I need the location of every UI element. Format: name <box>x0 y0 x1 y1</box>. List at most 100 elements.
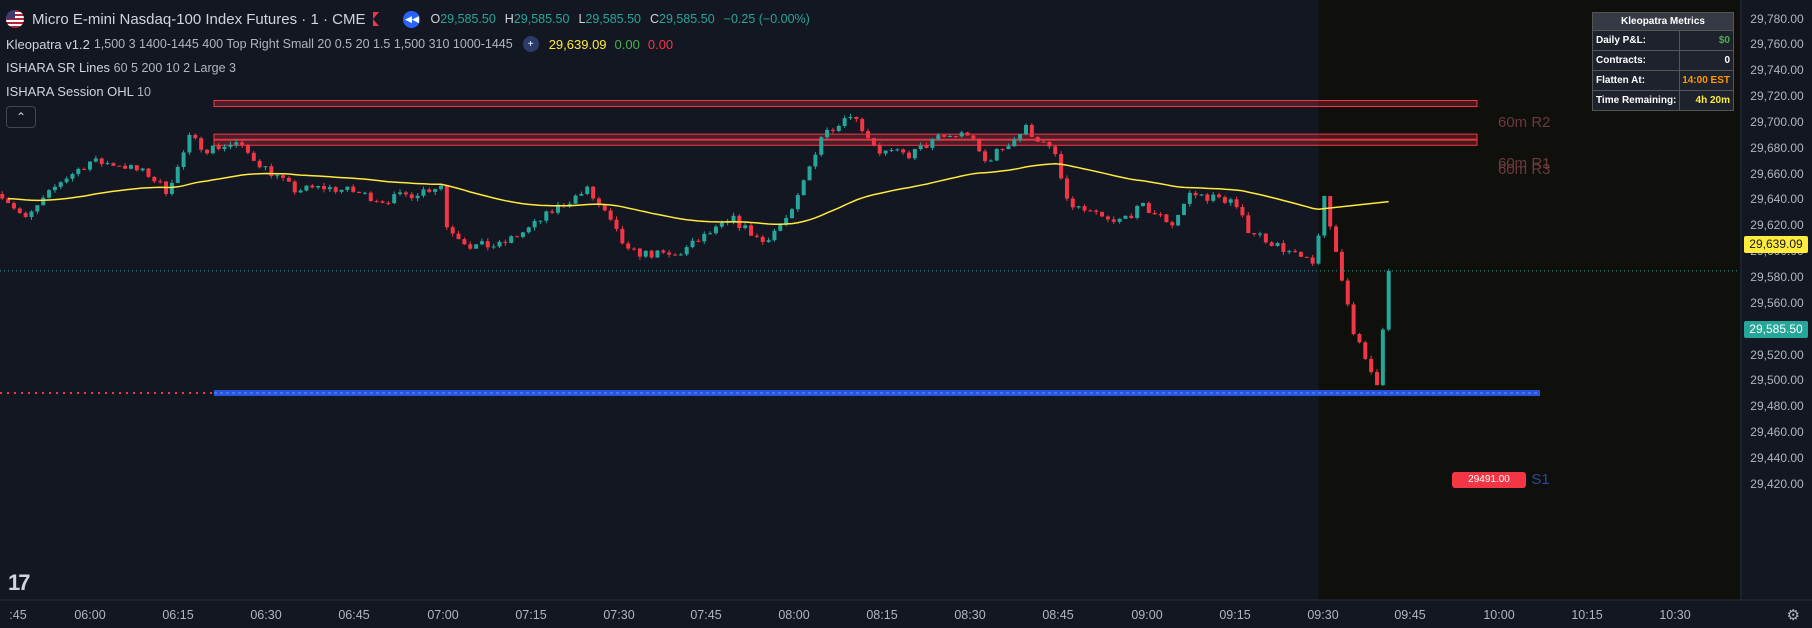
candle-body <box>901 149 906 153</box>
candle-body <box>743 225 748 229</box>
x-tick-label: 10:00 <box>1483 608 1515 622</box>
replay-icon[interactable]: ◀◀ <box>403 10 421 28</box>
candle-body <box>1258 233 1262 235</box>
ohlc-high: H29,585.50 <box>504 12 570 26</box>
x-tick-label: 09:30 <box>1307 608 1339 622</box>
indicator-kleopatra[interactable]: Kleopatra v1.2 1,500 3 1400-1445 400 Top… <box>6 36 673 52</box>
candle-body <box>907 152 911 159</box>
candle-body <box>1076 206 1081 208</box>
candle-body <box>1222 197 1227 203</box>
candle-body <box>1205 194 1210 201</box>
candle-body <box>1088 210 1093 212</box>
candle-body <box>23 212 28 217</box>
last-price-tag: 29,585.50 <box>1744 321 1808 338</box>
candle-body <box>1187 192 1192 204</box>
settings-icon[interactable]: ⚙ <box>1787 606 1800 624</box>
candle-body <box>269 166 274 177</box>
candle-body <box>1334 226 1339 252</box>
candle-body <box>462 239 467 245</box>
candle-body <box>702 233 707 242</box>
y-tick-label: 29,520.00 <box>1750 347 1804 362</box>
candle-body <box>0 193 5 199</box>
candle-body <box>1298 251 1303 257</box>
x-tick-label: 06:00 <box>74 608 106 622</box>
candle-body <box>1369 358 1374 373</box>
candle-body <box>450 227 455 234</box>
candle-body <box>1000 148 1005 150</box>
x-tick-label: 08:00 <box>778 608 810 622</box>
candle-body <box>1164 214 1169 223</box>
candle-body <box>1135 205 1140 218</box>
candle-body <box>1111 219 1116 222</box>
candle-body <box>825 129 830 138</box>
candle-body <box>1281 243 1286 252</box>
candle-body <box>88 161 92 170</box>
candle-body <box>1123 215 1128 219</box>
candle-body <box>1041 141 1046 143</box>
tradingview-logo[interactable]: 17 <box>8 570 31 596</box>
candle-body <box>1316 235 1321 264</box>
indicator-sr-lines[interactable]: ISHARA SR Lines 60 5 200 10 2 Large 3 <box>6 60 236 75</box>
candle-body <box>801 180 806 196</box>
candle-body <box>1228 199 1233 203</box>
candle-body <box>895 149 900 151</box>
indicator-session-ohl[interactable]: ISHARA Session OHL 10 <box>6 84 151 99</box>
candle-body <box>1211 194 1216 201</box>
symbol-legend: Micro E-mini Nasdaq-100 Index Futures · … <box>6 10 810 28</box>
flag-icon[interactable] <box>373 12 380 26</box>
indicator-name[interactable]: ISHARA SR Lines <box>6 60 110 75</box>
candle-body <box>1100 211 1105 217</box>
candle-body <box>713 226 718 234</box>
candle-body <box>1287 251 1292 253</box>
price-chart[interactable] <box>0 0 1812 628</box>
y-tick-label: 29,620.00 <box>1750 218 1804 233</box>
candle-body <box>1047 142 1052 147</box>
candle-body <box>1059 154 1064 179</box>
candle-body <box>281 175 286 178</box>
y-tick-label: 29,460.00 <box>1750 425 1804 440</box>
candle-body <box>1129 215 1134 218</box>
x-tick-label: 07:30 <box>603 608 635 622</box>
candle-body <box>146 168 151 177</box>
x-tick-label: 08:15 <box>866 608 898 622</box>
candle-body <box>1386 270 1391 330</box>
candle-body <box>830 129 835 132</box>
candle-body <box>292 181 297 193</box>
y-tick-label: 29,680.00 <box>1750 140 1804 155</box>
candle-body <box>731 215 736 222</box>
candle-body <box>339 189 344 192</box>
indicator-name[interactable]: ISHARA Session OHL <box>6 84 133 99</box>
indicator-value-ma: 29,639.09 <box>548 36 607 52</box>
candle-body <box>310 185 315 188</box>
candle-body <box>515 236 520 238</box>
candle-body <box>333 187 338 192</box>
indicator-name[interactable]: Kleopatra v1.2 <box>6 37 90 52</box>
candle-body <box>766 240 771 242</box>
candle-body <box>35 205 40 212</box>
candle-body <box>591 186 596 199</box>
candle-body <box>1193 192 1198 196</box>
candle-body <box>977 138 982 152</box>
candle-body <box>854 116 859 120</box>
candle-body <box>1158 214 1163 216</box>
candle-body <box>263 166 268 168</box>
collapse-legend-button[interactable]: ⌃ <box>6 106 36 128</box>
sparkle-icon[interactable]: + <box>522 36 539 52</box>
candle-body <box>1380 329 1385 386</box>
y-tick-label: 29,640.00 <box>1750 192 1804 207</box>
candle-body <box>509 236 514 243</box>
candle-body <box>1105 216 1110 220</box>
symbol-title[interactable]: Micro E-mini Nasdaq-100 Index Futures · … <box>32 11 365 28</box>
candle-body <box>152 176 157 182</box>
candle-body <box>421 189 426 196</box>
candle-body <box>140 168 145 171</box>
candle-body <box>1339 251 1344 281</box>
x-tick-label: 08:30 <box>954 608 986 622</box>
y-tick-label: 29,740.00 <box>1750 63 1804 78</box>
x-tick-label: 07:00 <box>427 608 459 622</box>
candle-body <box>661 250 666 253</box>
candle-body <box>105 163 110 165</box>
candle-body <box>210 145 215 154</box>
candle-body <box>479 241 484 245</box>
candle-body <box>1024 124 1028 135</box>
